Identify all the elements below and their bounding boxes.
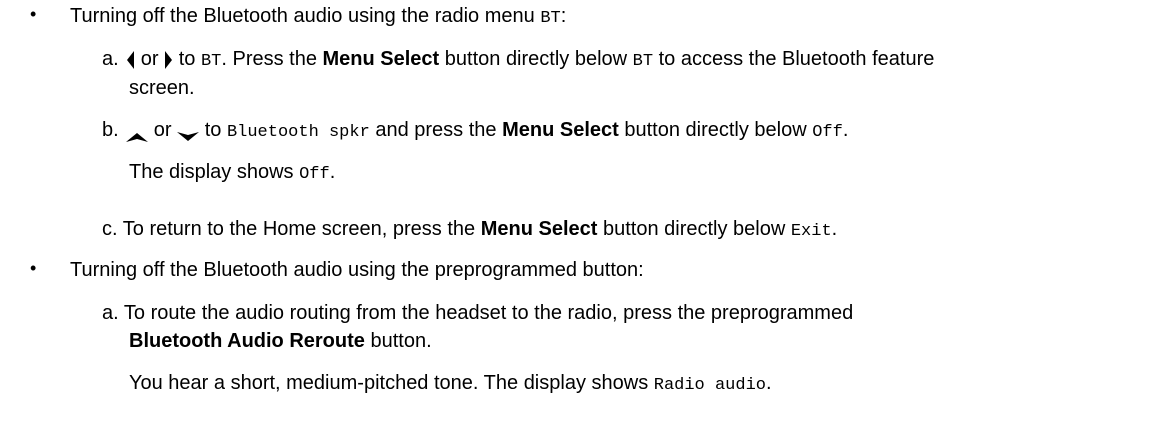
step-text: button directly below [439, 48, 633, 70]
or-text: or [148, 119, 178, 141]
step-text: screen. [129, 77, 195, 99]
section2-intro: Turning off the Bluetooth audio using th… [70, 258, 644, 282]
step-text: . [831, 218, 838, 240]
code-bt: BT [632, 52, 654, 71]
note-end: . [329, 161, 336, 183]
step-b-note: The display shows Off. [129, 160, 335, 184]
up-arrow-icon [126, 125, 149, 142]
code-bt: BT [540, 9, 561, 28]
step-a: a. or to BT. Press the Menu Select butto… [102, 47, 934, 71]
section1-intro: Turning off the Bluetooth audio using th… [70, 4, 566, 28]
step-b: b. or to Bluetooth spkr and press the Me… [102, 118, 848, 142]
menu-select-label: Menu Select [502, 119, 619, 141]
step-text: to access the Bluetooth feature [653, 48, 935, 70]
code-off: Off [299, 165, 330, 184]
step-text: To return to the Home screen, press the [122, 218, 481, 240]
step-a-continuation: screen. [129, 76, 195, 100]
menu-select-label: Menu Select [480, 218, 598, 240]
step-letter: a. [102, 48, 119, 70]
step-text: button directly below [597, 218, 791, 240]
step-letter: a. [102, 302, 119, 324]
step-c: c. To return to the Home screen, press t… [102, 217, 837, 241]
note-text: The display shows [129, 161, 300, 183]
step-text: To route the audio routing from the head… [123, 302, 854, 324]
step-text: and press the [369, 119, 503, 141]
step-a-continuation: Bluetooth Audio Reroute button. [129, 329, 432, 353]
menu-select-label: Menu Select [322, 48, 440, 70]
step-text: . Press the [221, 48, 323, 70]
note-text: You hear a short, medium-pitched tone. T… [129, 372, 654, 394]
step-text: button directly below [618, 119, 813, 141]
step-text: . [842, 119, 849, 141]
code-exit: Exit [790, 222, 832, 241]
bullet: • [30, 258, 37, 278]
code-bluetooth-spkr: Bluetooth spkr [226, 123, 370, 142]
code-bt: BT [200, 52, 222, 71]
step-a: a. To route the audio routing from the h… [102, 301, 853, 325]
intro-text: Turning off the Bluetooth audio using th… [70, 259, 644, 281]
step-letter: c. [102, 218, 118, 240]
to-text: to [173, 48, 201, 70]
intro-end: : [560, 5, 567, 27]
step-a-note: You hear a short, medium-pitched tone. T… [129, 371, 772, 395]
right-arrow-icon [164, 50, 173, 69]
code-radio-audio: Radio audio [653, 376, 766, 395]
down-arrow-icon [177, 125, 200, 141]
intro-text: Turning off the Bluetooth audio using th… [70, 5, 541, 27]
left-arrow-icon [126, 50, 135, 69]
step-text: button. [364, 330, 432, 352]
or-text: or [135, 48, 165, 70]
note-end: . [765, 372, 772, 394]
step-letter: b. [102, 119, 119, 141]
bullet: • [30, 4, 37, 24]
code-off: Off [812, 123, 843, 142]
bluetooth-audio-reroute-label: Bluetooth Audio Reroute [129, 330, 365, 352]
to-text: to [199, 119, 227, 141]
